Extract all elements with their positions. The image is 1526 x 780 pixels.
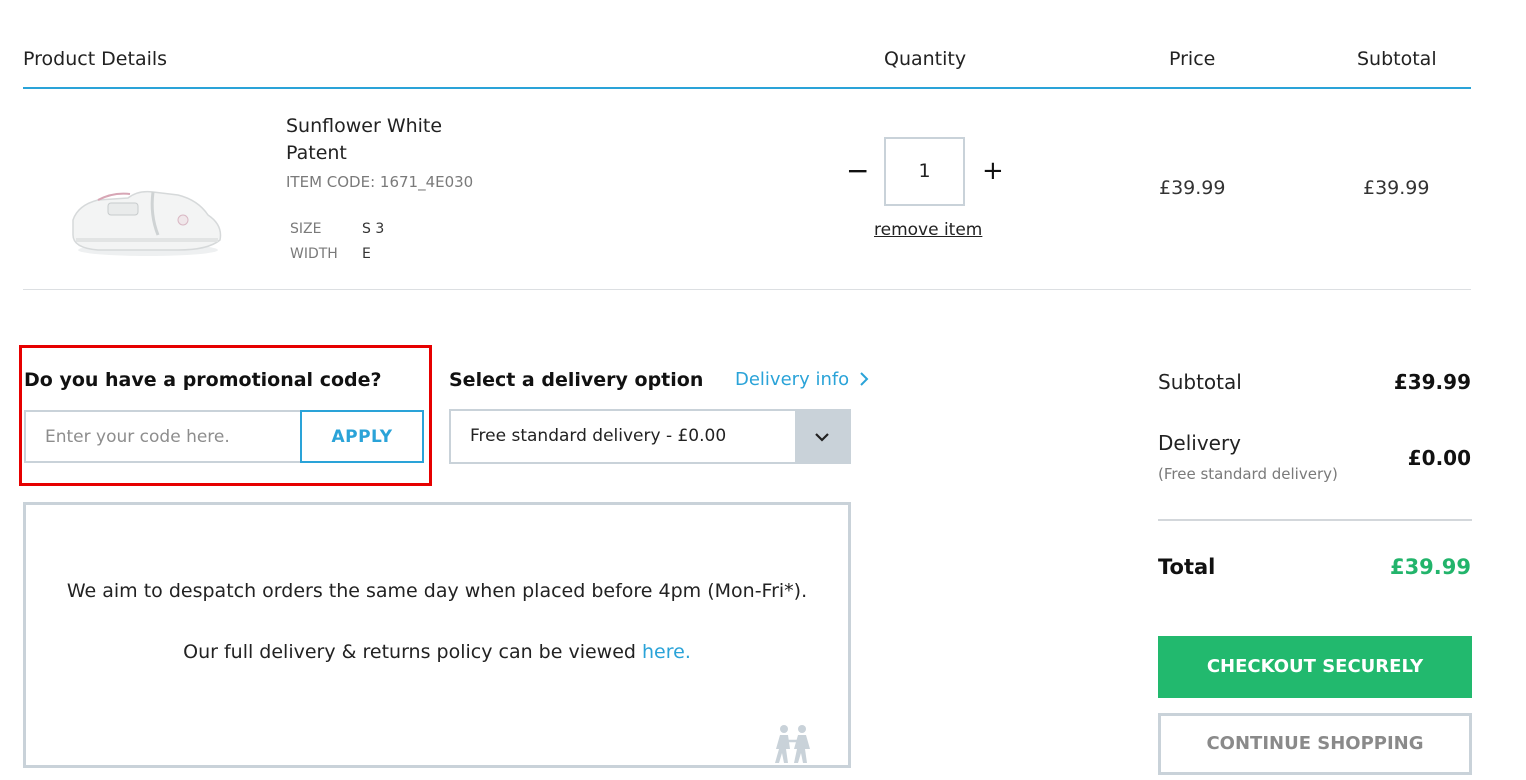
width-value: E [362,246,371,262]
product-name[interactable]: Sunflower White Patent [286,113,486,167]
delivery-info-label: Delivery info [735,369,850,390]
header-product-details: Product Details [23,48,168,70]
shoe-image-icon [72,190,222,256]
size-label: SIZE [290,221,322,237]
quantity-decrease-button[interactable]: − [846,156,869,186]
delivery-info-box: We aim to despatch orders the same day w… [23,502,851,768]
summary-total-label: Total [1158,555,1216,579]
delivery-title: Select a delivery option [449,369,704,391]
chevron-down-icon[interactable] [795,411,849,462]
width-label: WIDTH [290,246,338,262]
continue-shopping-button[interactable]: CONTINUE SHOPPING [1158,713,1472,775]
delivery-selected-option: Free standard delivery - £0.00 [470,426,727,446]
size-value: S 3 [362,221,385,237]
summary-divider [1158,519,1472,521]
row-divider [23,289,1471,290]
despatch-note: We aim to despatch orders the same day w… [66,580,808,602]
delivery-option-select[interactable]: Free standard delivery - £0.00 [449,409,851,464]
header-price: Price [1169,48,1216,70]
children-walking-icon [775,725,810,763]
quantity-input[interactable]: 1 [884,137,965,206]
promo-title: Do you have a promotional code? [24,369,382,391]
product-item-code: ITEM CODE: 1671_4E030 [286,173,474,191]
policy-note: Our full delivery & returns policy can b… [26,641,848,663]
header-quantity: Quantity [884,48,967,70]
product-image[interactable] [58,100,238,275]
apply-promo-button[interactable]: APPLY [300,410,424,463]
policy-here-link[interactable]: here. [642,641,691,663]
promo-code-input[interactable]: Enter your code here. [24,410,302,463]
quantity-increase-button[interactable]: + [982,156,1004,186]
header-divider [23,87,1471,89]
summary-subtotal-value: £39.99 [1393,370,1471,394]
header-subtotal: Subtotal [1357,48,1437,70]
product-price: £39.99 [1159,177,1226,199]
policy-note-text: Our full delivery & returns policy can b… [183,641,643,663]
summary-delivery-label: Delivery [1158,431,1242,455]
summary-delivery-subtext: (Free standard delivery) [1158,465,1338,483]
product-subtotal: £39.99 [1363,177,1430,199]
summary-subtotal-label: Subtotal [1158,370,1242,394]
summary-delivery-value: £0.00 [1407,446,1471,470]
chevron-right-icon [860,372,869,386]
summary-total-value: £39.99 [1389,555,1471,579]
remove-item-link[interactable]: remove item [874,220,982,240]
delivery-info-link[interactable]: Delivery info [735,369,869,390]
checkout-securely-button[interactable]: CHECKOUT SECURELY [1158,636,1472,698]
